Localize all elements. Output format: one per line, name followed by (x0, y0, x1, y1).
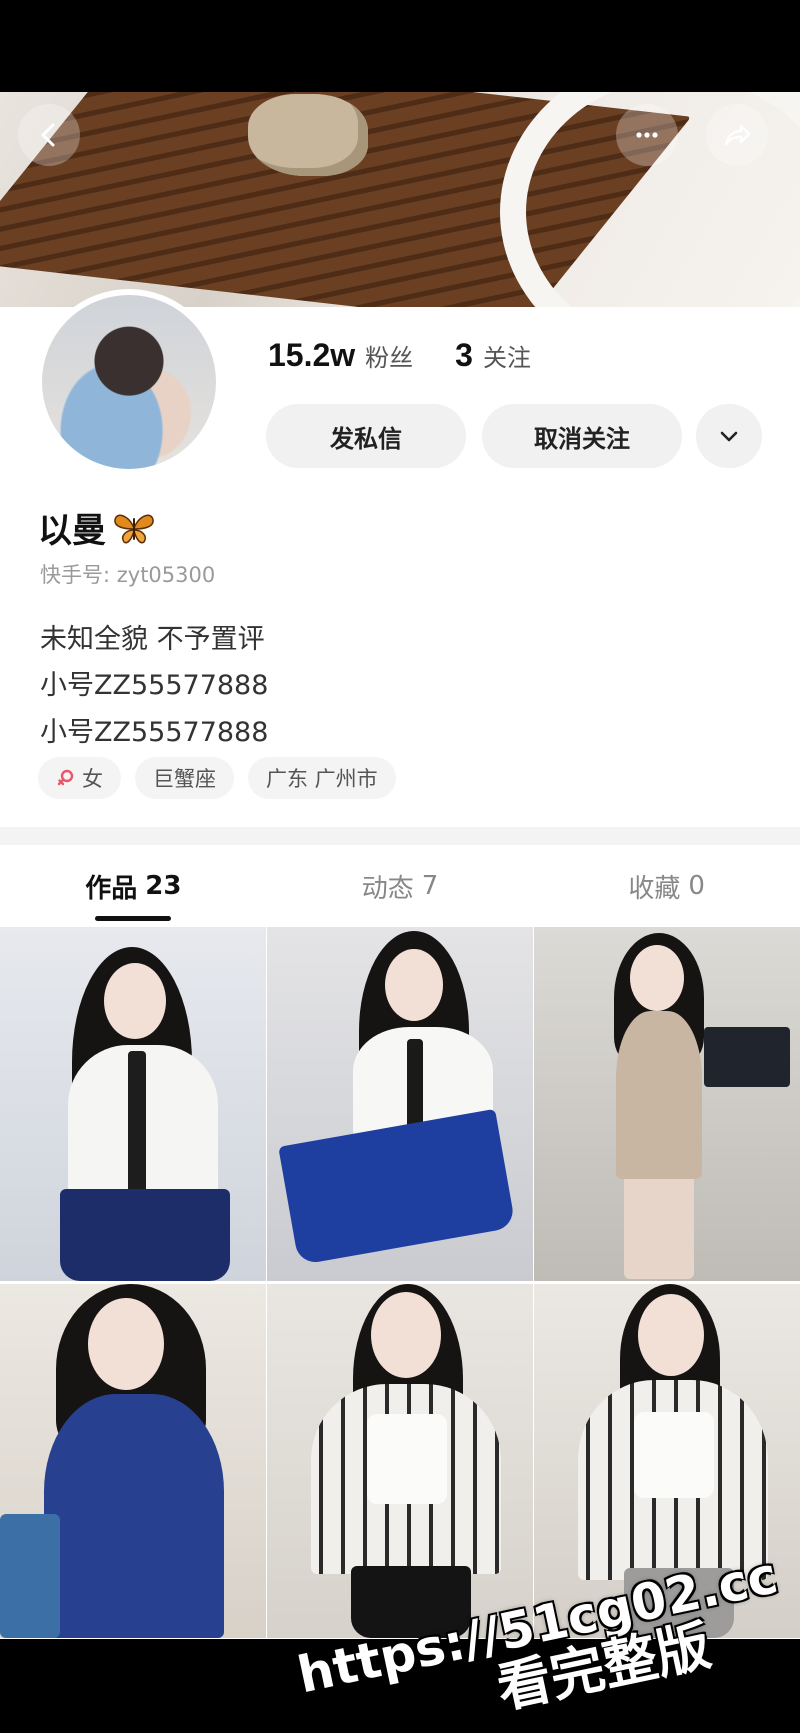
chevron-down-icon (720, 431, 738, 442)
chevron-left-icon (41, 123, 55, 147)
tab-count: 23 (145, 871, 182, 901)
video-thumbnail[interactable] (534, 927, 800, 1281)
tab-count: 7 (421, 871, 439, 901)
content-tabs: 作品 23 动态 7 收藏 0 (0, 845, 800, 927)
works-grid (0, 927, 800, 1639)
share-arrow-icon (724, 124, 751, 146)
tag-label: 女 (82, 767, 103, 791)
profile-tags: 女 巨蟹座 广东 广州市 (38, 757, 396, 799)
video-thumbnail[interactable] (0, 1284, 266, 1638)
video-thumbnail[interactable] (267, 927, 533, 1281)
tag-location[interactable]: 广东 广州市 (248, 757, 396, 799)
bio-line: 小号ZZ55577888 (40, 670, 269, 701)
video-thumbnail[interactable] (0, 927, 266, 1281)
tab-label: 收藏 (628, 873, 681, 904)
tab-label: 动态 (361, 873, 414, 904)
followers-label[interactable]: 粉丝 (365, 338, 413, 373)
cover-cloth (248, 94, 368, 176)
tab-works[interactable]: 作品 23 (0, 845, 267, 927)
back-button[interactable] (18, 104, 80, 166)
tab-moments[interactable]: 动态 7 (267, 845, 534, 927)
ellipsis-icon (636, 132, 658, 138)
share-button[interactable] (706, 104, 768, 166)
status-bar-area (0, 0, 800, 92)
tag-zodiac[interactable]: 巨蟹座 (135, 757, 234, 799)
profile-name-row: 以曼 (38, 503, 156, 552)
tab-count: 0 (688, 871, 705, 901)
unfollow-button[interactable]: 取消关注 (482, 404, 682, 468)
profile-card: 15.2w 粉丝 3 关注 发私信 取消关注 以曼 快手号: zyt05300 … (0, 289, 800, 827)
tab-label: 作品 (85, 873, 138, 904)
followers-count[interactable]: 15.2w (268, 337, 355, 374)
bio-line: 小号ZZ55577888 (40, 717, 269, 748)
profile-cover-image (0, 92, 800, 307)
profile-stats: 15.2w 粉丝 3 关注 (268, 337, 531, 374)
send-message-button[interactable]: 发私信 (266, 404, 466, 468)
female-icon (57, 769, 74, 786)
expand-recommendations-button[interactable] (696, 404, 762, 468)
bio-line: 未知全貌 不予置评 (40, 624, 265, 655)
tag-label: 巨蟹座 (153, 767, 216, 791)
user-id[interactable]: 快手号: zyt05300 (40, 559, 215, 589)
more-options-button[interactable] (616, 104, 678, 166)
tag-gender[interactable]: 女 (38, 757, 121, 799)
tag-label: 广东 广州市 (266, 767, 378, 791)
video-thumbnail[interactable] (267, 1284, 533, 1638)
following-count[interactable]: 3 (455, 337, 473, 374)
butterfly-icon (114, 514, 154, 543)
following-label[interactable]: 关注 (483, 338, 531, 373)
avatar[interactable] (36, 289, 222, 475)
section-divider (0, 827, 800, 845)
profile-name: 以曼 (38, 511, 106, 551)
tab-favorites[interactable]: 收藏 0 (533, 845, 800, 927)
